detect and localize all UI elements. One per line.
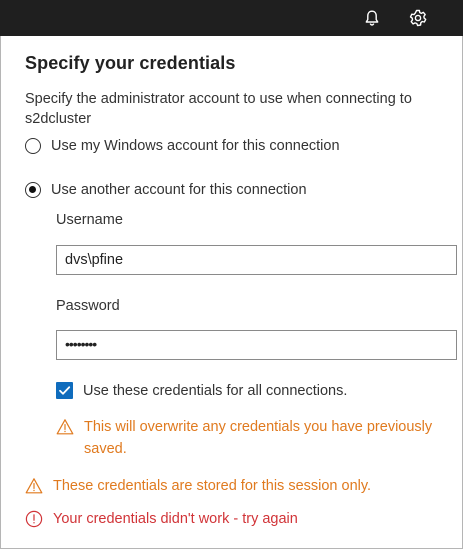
username-label: Username [56, 212, 123, 228]
overwrite-warning: This will overwrite any credentials you … [56, 416, 446, 460]
password-label: Password [56, 298, 120, 314]
use-for-all-label: Use these credentials for all connection… [83, 382, 348, 399]
username-field[interactable]: dvs\pfine [56, 245, 457, 275]
password-field[interactable]: •••••••• [56, 330, 457, 360]
radio-another-account[interactable]: Use another account for this connection [25, 179, 307, 201]
bell-icon[interactable] [362, 8, 382, 28]
username-value: dvs\pfine [65, 252, 124, 268]
credentials-panel: Specify your credentials Specify the adm… [3, 36, 459, 546]
use-for-all-checkbox-row[interactable]: Use these credentials for all connection… [56, 382, 347, 399]
top-bar [0, 0, 463, 36]
radio-windows-account[interactable]: Use my Windows account for this connecti… [25, 135, 340, 157]
dialog-title: Specify your credentials [25, 53, 236, 73]
use-for-all-checkbox[interactable] [56, 382, 73, 399]
gear-icon[interactable] [408, 8, 428, 28]
dialog-description: Specify the administrator account to use… [25, 91, 412, 127]
radio-button-selected[interactable] [25, 182, 41, 198]
password-value: •••••••• [65, 336, 97, 352]
error-message: Your credentials didn't work - try again [25, 510, 298, 528]
radio-label: Use another account for this connection [51, 182, 307, 198]
warning-icon [25, 477, 43, 495]
error-icon [25, 510, 43, 528]
overwrite-warning-text: This will overwrite any credentials you … [84, 419, 433, 457]
session-warning-text: These credentials are stored for this se… [53, 478, 372, 494]
radio-button[interactable] [25, 138, 41, 154]
session-warning: These credentials are stored for this se… [25, 475, 445, 497]
warning-icon [56, 418, 74, 436]
radio-label: Use my Windows account for this connecti… [51, 138, 340, 154]
error-text: Your credentials didn't work - try again [53, 511, 298, 527]
